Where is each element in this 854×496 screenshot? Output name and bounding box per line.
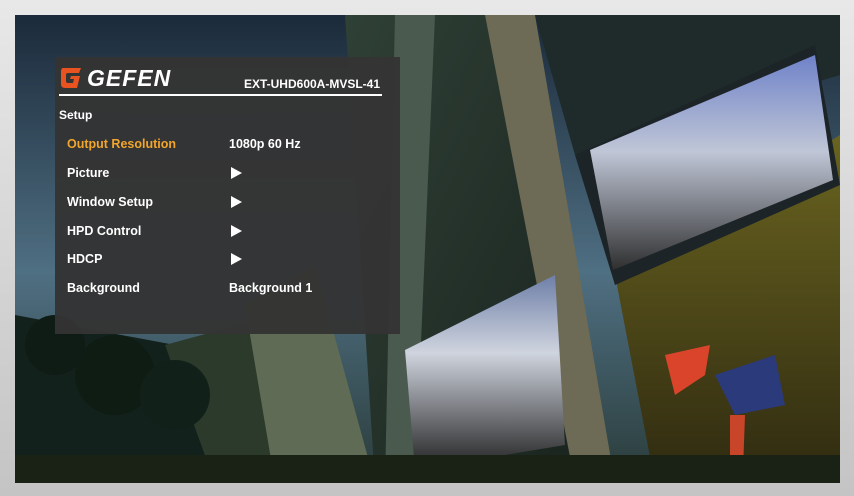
menu-item-label: Background: [67, 281, 140, 295]
screenshot-frame: GEFEN EXT-UHD600A-MVSL-41 Setup Output R…: [0, 0, 854, 496]
menu-item-value: Background 1: [229, 281, 313, 295]
header-divider: [59, 94, 382, 96]
menu-item-label: HDCP: [67, 252, 103, 266]
brand-name: GEFEN: [87, 64, 172, 91]
play-arrow-icon: [231, 225, 242, 237]
play-arrow-icon: [231, 167, 242, 179]
play-arrow-icon: [231, 196, 242, 208]
menu-item-picture[interactable]: Picture: [67, 163, 387, 183]
menu-item-label: Picture: [67, 166, 110, 180]
menu-item-label: HPD Control: [67, 224, 142, 238]
menu-item-label: Window Setup: [67, 195, 153, 209]
menu-item-window-setup[interactable]: Window Setup: [67, 192, 387, 212]
background-display: GEFEN EXT-UHD600A-MVSL-41 Setup Output R…: [15, 15, 840, 483]
gefen-logo: GEFEN: [59, 63, 171, 93]
setup-menu-panel: GEFEN EXT-UHD600A-MVSL-41 Setup Output R…: [55, 57, 400, 334]
menu-title: Setup: [59, 108, 93, 122]
model-number: EXT-UHD600A-MVSL-41: [243, 77, 380, 91]
menu-item-background[interactable]: Background Background 1: [67, 278, 387, 298]
menu-item-label: Output Resolution: [67, 137, 177, 151]
menu-item-hpd-control[interactable]: HPD Control: [67, 221, 387, 241]
menu-item-value: 1080p 60 Hz: [229, 137, 301, 151]
gefen-logo-icon: [61, 68, 81, 88]
play-arrow-icon: [231, 253, 242, 265]
menu-item-hdcp[interactable]: HDCP: [67, 249, 387, 269]
menu-item-output-resolution[interactable]: Output Resolution 1080p 60 Hz: [67, 134, 387, 154]
